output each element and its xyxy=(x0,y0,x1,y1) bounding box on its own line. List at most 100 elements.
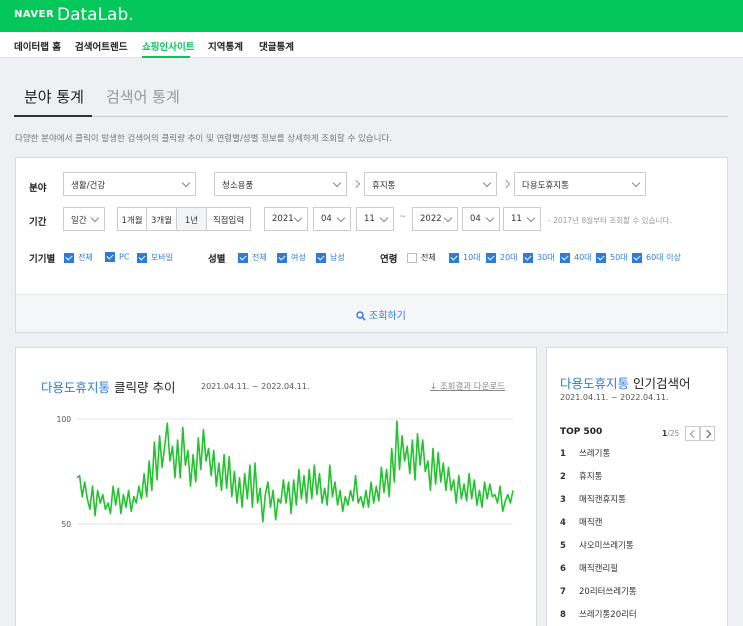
trend-panel-title: 다용도휴지통 클릭량 추이 xyxy=(41,377,175,396)
nav-search-trend[interactable]: 검색어트렌드 xyxy=(75,39,127,53)
top-title-rest: 인기검색어 xyxy=(633,376,691,391)
list-item[interactable]: 3 매직캔휴지통 xyxy=(560,493,626,505)
top-keyword: 다용도휴지통 xyxy=(560,376,630,391)
age-20s-checkbox[interactable]: 20대 xyxy=(486,252,518,264)
end-year-value: 2022 xyxy=(420,214,442,224)
age-60plus-checkbox[interactable]: 60대 이상 xyxy=(632,252,681,264)
trend-keyword: 다용도휴지통 xyxy=(41,380,111,395)
list-item[interactable]: 4 매직캔 xyxy=(560,516,602,528)
period-1year-button[interactable]: 1년 xyxy=(177,208,207,230)
trend-title-rest: 클릭량 추이 xyxy=(114,380,176,395)
rank-number: 3 xyxy=(560,495,566,505)
checkbox-checked-icon xyxy=(486,252,496,263)
rank-number: 1 xyxy=(560,449,566,459)
category-select-3[interactable]: 휴지통 xyxy=(364,172,497,196)
chevron-down-icon xyxy=(293,213,303,223)
age-30s-checkbox[interactable]: 30대 xyxy=(523,252,555,264)
checkbox-checked-icon xyxy=(632,252,642,263)
age-10s-label: 10대 xyxy=(463,253,481,262)
gender-all-checkbox[interactable]: 전체 xyxy=(238,252,267,264)
nav-shopping-insight[interactable]: 쇼핑인사이트 xyxy=(142,39,194,53)
age-20s-label: 20대 xyxy=(500,253,518,262)
device-mobile-label: 모바일 xyxy=(151,253,174,262)
page-description: 다양한 분야에서 클릭이 발생한 검색어의 클릭량 추이 및 연령별/성별 정보… xyxy=(15,134,392,144)
list-item[interactable]: 7 20리터쓰레기통 xyxy=(560,585,637,597)
age-all-label: 전체 xyxy=(421,253,436,262)
chevron-right-icon xyxy=(702,429,712,439)
top-bar: NAVER DataLab. xyxy=(0,0,743,32)
device-all-checkbox[interactable]: 전체 xyxy=(64,252,93,264)
chevron-down-icon xyxy=(336,213,346,223)
list-item[interactable]: 5 샤오미쓰레기통 xyxy=(560,539,634,551)
age-50s-checkbox[interactable]: 50대 xyxy=(596,252,628,264)
nav-active-indicator xyxy=(142,56,190,58)
rank-term: 휴지통 xyxy=(579,472,603,482)
device-mobile-checkbox[interactable]: 모바일 xyxy=(137,252,173,264)
rank-number: 8 xyxy=(560,610,566,620)
search-button[interactable]: 조회하기 xyxy=(356,307,406,322)
datalab-logo[interactable]: DataLab. xyxy=(57,5,134,25)
age-40s-checkbox[interactable]: 40대 xyxy=(560,252,592,264)
age-all-checkbox[interactable]: 전체 xyxy=(407,252,436,264)
chevron-down-icon xyxy=(482,178,492,188)
period-custom-button[interactable]: 직접입력 xyxy=(207,208,250,230)
list-item[interactable]: 6 매직캔리필 xyxy=(560,562,618,574)
end-year-select[interactable]: 2022 xyxy=(412,207,458,231)
gender-female-checkbox[interactable]: 여성 xyxy=(277,252,306,264)
series-line xyxy=(76,420,514,523)
checkbox-checked-icon xyxy=(64,252,74,263)
chevron-down-icon xyxy=(332,178,342,188)
period-3month-button[interactable]: 3개월 xyxy=(147,208,177,230)
period-unit-select[interactable]: 일간 xyxy=(63,207,105,231)
top-500-label: TOP 500 xyxy=(560,427,603,437)
list-item[interactable]: 8 쓰레기통20리터 xyxy=(560,608,637,620)
tab-divider xyxy=(14,116,728,117)
page-prev-button[interactable] xyxy=(685,426,700,441)
period-note: - 2017년 8월부터 조회할 수 있습니다. xyxy=(548,216,672,225)
top-panel-title: 다용도휴지통 인기검색어 xyxy=(560,373,691,392)
nav-comment-stats[interactable]: 댓글통계 xyxy=(259,39,294,53)
end-day-select[interactable]: 11 xyxy=(503,207,541,231)
period-1month-button[interactable]: 1개월 xyxy=(118,208,147,230)
global-nav: 데이터랩 홈 검색어트렌드 쇼핑인사이트 지역통계 댓글통계 xyxy=(0,32,743,58)
category-value-1: 생활/건강 xyxy=(71,181,106,191)
checkbox-checked-icon xyxy=(105,252,115,262)
category-select-4[interactable]: 다용도휴지통 xyxy=(514,172,646,196)
start-year-select[interactable]: 2021 xyxy=(264,207,308,231)
start-month-select[interactable]: 04 xyxy=(313,207,351,231)
rank-number: 6 xyxy=(560,564,566,574)
category-value-3: 휴지통 xyxy=(372,181,396,191)
category-label: 분야 xyxy=(29,183,47,194)
chevron-down-icon xyxy=(90,213,100,223)
search-bar: 조회하기 xyxy=(15,294,728,333)
start-month-value: 04 xyxy=(321,214,332,224)
tab-keyword-stats[interactable]: 검색어 통계 xyxy=(106,86,180,107)
gender-male-checkbox[interactable]: 남성 xyxy=(316,252,345,264)
page-total: /25 xyxy=(667,429,680,438)
age-10s-checkbox[interactable]: 10대 xyxy=(449,252,481,264)
device-pc-checkbox[interactable]: PC xyxy=(105,252,129,264)
nav-regional-stats[interactable]: 지역통계 xyxy=(208,39,243,53)
checkbox-checked-icon xyxy=(596,252,606,263)
chevron-down-icon xyxy=(526,213,536,223)
category-select-2[interactable]: 청소용품 xyxy=(214,172,347,196)
device-all-label: 전체 xyxy=(78,253,93,262)
nav-datalab-home[interactable]: 데이터랩 홈 xyxy=(14,39,61,53)
age-60plus-label: 60대 이상 xyxy=(646,253,681,262)
tab-category-stats[interactable]: 분야 통계 xyxy=(24,86,84,107)
checkbox-checked-icon xyxy=(316,252,326,263)
list-item[interactable]: 1 쓰레기통 xyxy=(560,447,610,459)
rank-term: 매직캔 xyxy=(579,518,603,528)
device-pc-label: PC xyxy=(119,252,130,262)
end-month-select[interactable]: 04 xyxy=(462,207,500,231)
age-label: 연령 xyxy=(380,254,398,265)
naver-logo[interactable]: NAVER xyxy=(14,9,54,20)
checkbox-checked-icon xyxy=(560,252,570,263)
page-next-button[interactable] xyxy=(700,426,715,441)
list-item[interactable]: 2 휴지통 xyxy=(560,470,602,482)
start-day-select[interactable]: 11 xyxy=(356,207,394,231)
search-icon xyxy=(356,311,366,321)
category-select-1[interactable]: 생활/건강 xyxy=(63,172,196,196)
rank-term: 쓰레기통20리터 xyxy=(579,610,637,620)
download-link[interactable]: ↓ 조회결과 다운로드 xyxy=(430,380,505,392)
